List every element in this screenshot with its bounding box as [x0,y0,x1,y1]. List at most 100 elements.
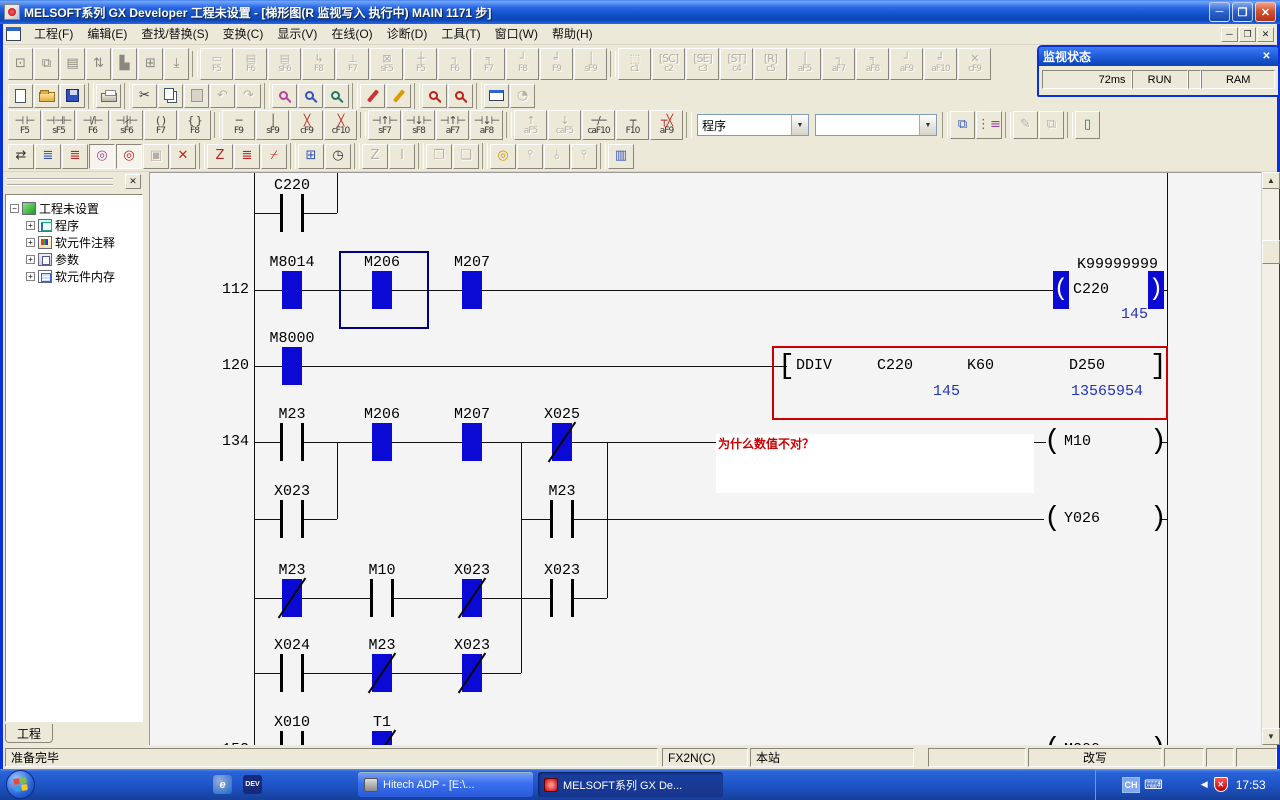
maximize-button[interactable]: ❐ [1232,2,1253,22]
window-tile-button[interactable]: ⧉ [34,48,59,80]
monitor-status-close-icon[interactable]: ✕ [1259,50,1274,64]
find-step-button[interactable] [448,84,473,108]
contact-M8000[interactable] [282,347,302,385]
tree-expander[interactable]: − [10,204,19,213]
tree-expander[interactable]: + [26,238,35,247]
find-contact-coil-button[interactable] [422,84,447,108]
tree-item-root[interactable]: −工程未设置 [6,200,142,217]
midpoint-output-button[interactable]: ┬F10 [616,110,649,140]
save-project-button[interactable] [60,84,85,108]
contact-X010[interactable] [280,731,304,745]
vertical-line-button[interactable]: │sF9 [256,110,289,140]
tree-item-3[interactable]: +软元件内存 [6,268,142,285]
task-button-0[interactable]: Hitech ADP - [E:\... [358,772,533,797]
print-button[interactable] [96,84,121,108]
device-test-button[interactable]: Z [207,144,233,169]
ladder-diagram-view[interactable]: 112120134152C220M8014M206M207M8000M23M20… [149,172,1261,745]
falling-pulse-or-button[interactable]: ⊣↓⊢aF8 [470,110,503,140]
closed-contact-button[interactable]: ⊣/⊢F6 [76,110,109,140]
rising-pulse-or-button[interactable]: ⊣↑⊢aF7 [436,110,469,140]
contact-X023[interactable] [462,579,482,617]
ladder-monitor-button[interactable]: ≣ [35,144,61,169]
delete-vertical-line-button[interactable]: ╳cF10 [324,110,357,140]
program-search-button[interactable]: ◎ [490,144,516,169]
tab-project[interactable]: 工程 [5,724,53,743]
replace-device-button[interactable] [360,84,385,108]
monitor-write-mode-button[interactable]: ◎ [116,144,142,169]
grid-display-button[interactable]: ⊞ [138,48,163,80]
mdi-minimize-button[interactable]: ─ [1221,27,1238,42]
panel-close-icon[interactable]: ✕ [125,174,141,189]
application-instruction-button[interactable]: { }F8 [178,110,211,140]
project-data-list-button[interactable]: ⊡ [8,48,33,80]
chevron-down-icon[interactable]: ▼ [919,115,936,135]
falling-pulse-button[interactable]: ⊣↓⊢sF8 [402,110,435,140]
tree-expander[interactable]: + [26,255,35,264]
monitor-mode-button[interactable]: ◎ [89,144,115,169]
coil-M10[interactable]: M10 [1064,433,1091,451]
mdi-close-button[interactable]: ✕ [1257,27,1274,42]
vertical-scrollbar[interactable]: ▲ ▼ [1261,172,1279,745]
buffer-memory-monitor-button[interactable]: ⊞ [298,144,324,169]
coil-Y026[interactable]: Y026 [1064,510,1100,528]
contact-T1[interactable] [372,731,392,745]
open-project-button[interactable] [34,84,59,108]
contact-X023[interactable] [550,579,574,617]
device-test-cancel-button[interactable]: ⌿ [261,144,287,169]
task-button-1[interactable]: MELSOFT系列 GX De... [538,772,723,797]
quick-launch-ie[interactable]: e [213,775,232,794]
monitor-cancel-button[interactable]: ✕ [170,144,196,169]
security-shield-icon[interactable]: ✕ [1214,777,1228,792]
contact-M207[interactable] [462,423,482,461]
scroll-up-icon[interactable]: ▲ [1262,172,1280,189]
forced-input-output-button[interactable]: ≣ [234,144,260,169]
monitor-status-titlebar[interactable]: 监视状态 ✕ [1039,47,1278,66]
coil-button[interactable]: ( )F7 [144,110,177,140]
tree-expander[interactable]: + [26,272,35,281]
panel-grip[interactable] [7,178,113,186]
scrollbar-thumb[interactable] [1262,240,1280,264]
coil-C220[interactable]: C220 [1073,281,1109,299]
mdi-child-icon[interactable] [6,27,21,41]
monitor-stop-button[interactable]: ▣ [143,144,169,169]
delete-horizontal-line-button[interactable]: ╳cF9 [290,110,323,140]
menu-item-6[interactable]: 诊断(D) [380,25,435,43]
menu-item-9[interactable]: 帮助(H) [545,25,600,43]
copy-button[interactable] [158,84,183,108]
transfer-setup-button[interactable]: ⇄ [8,144,34,169]
replace-string-button[interactable] [386,84,411,108]
menu-item-7[interactable]: 工具(T) [434,25,487,43]
contact-M8014[interactable] [282,271,302,309]
monitor-status-window[interactable]: 监视状态 ✕ 72ms RUN RAM [1037,45,1280,97]
contact-X025[interactable] [552,423,572,461]
find-button[interactable] [272,84,297,108]
open-contact-or-button[interactable]: ⊣⊣⊢sF5 [42,110,75,140]
chevron-down-icon[interactable]: ▼ [791,115,808,135]
tree-expander[interactable]: + [26,221,35,230]
contact-X024[interactable] [280,654,304,692]
close-button[interactable]: ✕ [1255,2,1276,22]
quick-launch-dev[interactable]: DEV [243,775,262,794]
closed-contact-or-button[interactable]: ⊣∤⊢sF6 [110,110,143,140]
block-list-button[interactable]: ▙ [112,48,137,80]
title-bar[interactable]: MELSOFT系列 GX Developer 工程未设置 - [梯形图(R 监视… [0,0,1280,24]
screen-transfer-button[interactable] [484,84,509,108]
contact-M23[interactable] [280,423,304,461]
language-indicator[interactable]: CH [1122,777,1140,793]
menu-item-4[interactable]: 显示(V) [270,25,324,43]
contact-M23[interactable] [550,500,574,538]
statement-display-button[interactable]: ⧉ [950,111,975,139]
mdi-restore-button[interactable]: ❐ [1239,27,1256,42]
cut-button[interactable]: ✂ [132,84,157,108]
contact-M23[interactable] [282,579,302,617]
contact-C220[interactable] [280,194,304,232]
comment-display-button[interactable]: ▥ [608,144,634,169]
tree-item-1[interactable]: +软元件注释 [6,234,142,251]
invert-result-button[interactable]: ─∕─caF10 [582,110,615,140]
menu-item-8[interactable]: 窗口(W) [488,25,545,43]
tree-item-2[interactable]: +参数 [6,251,142,268]
contact-M206[interactable] [372,423,392,461]
menu-item-1[interactable]: 编辑(E) [80,25,134,43]
menu-item-3[interactable]: 变换(C) [216,25,271,43]
block-download-button[interactable]: ⤓ [164,48,189,80]
